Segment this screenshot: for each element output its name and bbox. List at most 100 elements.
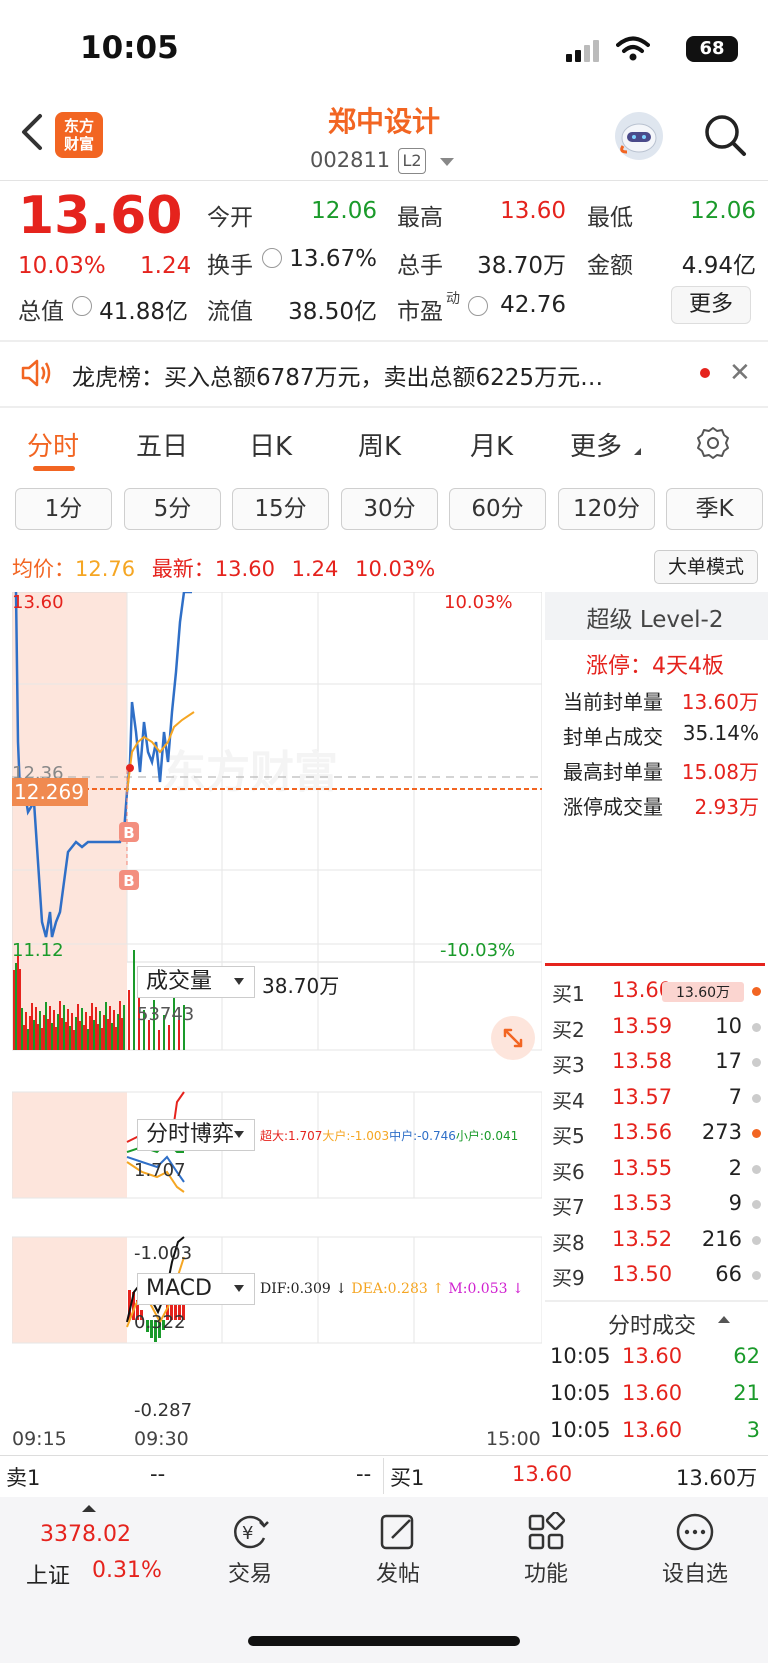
- more-caret-icon: [634, 448, 641, 455]
- stock-code[interactable]: 002811: [310, 148, 390, 172]
- more-button[interactable]: 更多: [671, 286, 751, 324]
- bid-label: 买4: [552, 1088, 585, 1113]
- period-30min[interactable]: 30分: [341, 488, 438, 530]
- tick-time: 10:05: [550, 1344, 611, 1368]
- bid-dot: [752, 1235, 761, 1245]
- tick-price: 13.60: [622, 1344, 683, 1368]
- chevron-down-icon: [234, 1131, 244, 1138]
- tab-weekly-k[interactable]: 周K: [358, 426, 401, 463]
- amount-label: 金额: [587, 253, 633, 279]
- functions-icon[interactable]: [526, 1512, 566, 1552]
- mcap-value: 41.88亿: [99, 299, 188, 325]
- post-icon[interactable]: [378, 1512, 418, 1552]
- last-percent: 10.03%: [355, 557, 436, 581]
- more-dots-icon[interactable]: [675, 1512, 715, 1552]
- nav-post[interactable]: 发帖: [348, 1556, 448, 1588]
- tick-volume: 21: [733, 1381, 760, 1405]
- ask1-price: --: [150, 1462, 166, 1486]
- buy-marker-label: B: [123, 872, 135, 890]
- bid-dot: [752, 1271, 761, 1280]
- bid-volume: 66: [715, 1262, 742, 1286]
- info-icon[interactable]: [262, 248, 282, 268]
- level2-title[interactable]: 超级 Level-2: [545, 600, 765, 634]
- high-value: 13.60: [500, 198, 566, 224]
- period-5min[interactable]: 5分: [124, 488, 221, 530]
- pct-high-label: 10.03%: [444, 592, 513, 613]
- assistant-robot-icon[interactable]: [615, 112, 663, 160]
- info-icon[interactable]: [72, 296, 92, 316]
- index-name[interactable]: 上证: [26, 1558, 70, 1590]
- ask1-label: 卖1: [6, 1466, 41, 1490]
- chevron-up-icon[interactable]: [718, 1316, 730, 1323]
- unread-dot: [700, 368, 710, 378]
- bid-dot: [752, 1058, 761, 1067]
- avg-value: 12.76: [75, 557, 136, 581]
- tick-volume: 3: [746, 1418, 760, 1442]
- time-start: 09:15: [12, 1428, 67, 1450]
- nav-trade[interactable]: 交易: [200, 1556, 300, 1588]
- period-quarter-k[interactable]: 季K: [666, 488, 763, 530]
- amount-value: 4.94亿: [681, 253, 756, 279]
- chevron-down-icon[interactable]: [440, 158, 454, 166]
- expand-icon[interactable]: [491, 1016, 535, 1060]
- ticks-title[interactable]: 分时成交: [608, 1308, 696, 1340]
- time-open: 09:30: [134, 1428, 189, 1450]
- last-change: 1.24: [291, 557, 339, 581]
- bid-volume: 9: [728, 1191, 742, 1215]
- bid-dot: [752, 1129, 761, 1138]
- order-book-divider: [545, 963, 765, 966]
- period-60min[interactable]: 60分: [449, 488, 546, 530]
- trade-icon[interactable]: ¥: [230, 1512, 270, 1552]
- tab-intraday[interactable]: 分时: [27, 426, 79, 463]
- ask1-volume: --: [356, 1462, 372, 1486]
- close-icon[interactable]: ✕: [729, 358, 751, 388]
- gear-icon[interactable]: [696, 426, 730, 460]
- period-120min[interactable]: 120分: [558, 488, 655, 530]
- wifi-icon: [616, 36, 650, 61]
- period-1min[interactable]: 1分: [15, 488, 112, 530]
- bid1-price: 13.60: [512, 1462, 573, 1486]
- bid-dot: [752, 1093, 761, 1103]
- bid1-volume: 13.60万: [676, 1466, 758, 1490]
- chevron-up-icon[interactable]: [82, 1505, 96, 1512]
- cursor-price-label: 12.269: [12, 778, 88, 806]
- current-price: 13.60: [18, 186, 183, 246]
- big-order-mode-button[interactable]: 大单模式: [654, 550, 758, 584]
- avg-price-row: 均价：12.76 最新：13.60 1.24 10.03%: [12, 553, 435, 583]
- bid-volume: 13.60万: [662, 982, 744, 1002]
- dragon-tiger-banner[interactable]: 龙虎榜：买入总额6787万元，卖出总额6225万元…: [72, 358, 603, 392]
- svg-text:¥: ¥: [242, 1523, 253, 1544]
- intraday-chart[interactable]: 东方财富: [12, 592, 542, 1452]
- change-percent: 10.03%: [18, 253, 106, 279]
- tick-price: 13.60: [622, 1418, 683, 1442]
- float-label: 流值: [207, 299, 253, 325]
- level2-badge[interactable]: L2: [398, 148, 426, 174]
- nav-functions[interactable]: 功能: [496, 1556, 596, 1588]
- period-15min[interactable]: 15分: [232, 488, 329, 530]
- game-min-label: -1.003: [134, 1243, 193, 1264]
- pe-label: 市盈: [397, 299, 443, 325]
- search-icon[interactable]: [702, 112, 748, 158]
- bid-dot: [752, 1022, 761, 1032]
- tab-more[interactable]: 更多: [570, 426, 622, 463]
- bid-volume: 273: [701, 1120, 742, 1144]
- price-high-label: 13.60: [12, 592, 64, 613]
- divider: [545, 1300, 768, 1302]
- limit-up-streak: 涨停：4天4板: [585, 654, 724, 679]
- tab-monthly-k[interactable]: 月K: [470, 426, 513, 463]
- index-percent[interactable]: 0.31%: [92, 1558, 162, 1583]
- bid-volume: 7: [728, 1084, 742, 1109]
- bid1-label: 买1: [390, 1466, 425, 1490]
- time-close: 15:00: [486, 1428, 541, 1450]
- tab-five-day[interactable]: 五日: [136, 426, 188, 463]
- volume-label: 总手: [397, 253, 443, 279]
- turnover-label: 换手: [207, 253, 253, 279]
- tab-daily-k[interactable]: 日K: [249, 426, 292, 463]
- bid-dot: [752, 987, 761, 996]
- game-max-label: 1.707: [134, 1160, 186, 1181]
- nav-watchlist[interactable]: 设自选: [645, 1556, 745, 1588]
- last-value: 13.60: [214, 557, 275, 581]
- info-icon[interactable]: [468, 296, 488, 316]
- index-value[interactable]: 3378.02: [40, 1522, 131, 1547]
- macd-legend: DIF:0.309 ↓ DEA:0.283 ↑ M:0.053 ↓: [260, 1281, 524, 1297]
